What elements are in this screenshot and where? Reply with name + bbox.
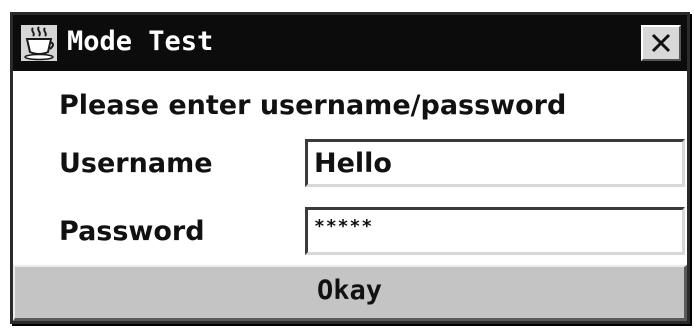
username-label: Username xyxy=(59,148,213,179)
window-title: Mode Test xyxy=(67,26,214,57)
java-coffee-cup-icon xyxy=(21,25,57,61)
username-field[interactable] xyxy=(305,139,685,187)
password-field[interactable] xyxy=(305,207,685,255)
title-bar[interactable]: Mode Test xyxy=(13,15,687,71)
mode-test-window: Mode Test Please enter username/password… xyxy=(10,12,690,324)
okay-button[interactable]: Okay xyxy=(13,265,687,321)
close-x-icon xyxy=(651,33,671,53)
password-label: Password xyxy=(59,216,205,247)
close-button[interactable] xyxy=(641,25,681,61)
instructions-label: Please enter username/password xyxy=(59,90,567,121)
